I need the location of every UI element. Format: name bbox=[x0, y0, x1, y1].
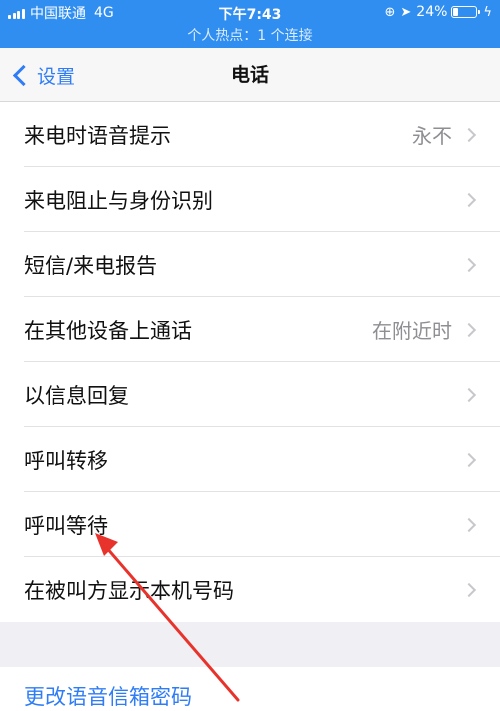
location-arrow-icon: ➤ bbox=[400, 4, 412, 20]
setting-right bbox=[461, 582, 477, 597]
setting-label: 以信息回复 bbox=[24, 383, 129, 408]
setting-calls-on-other-devices[interactable]: 在其他设备上通话 在附近时 bbox=[0, 297, 500, 362]
navigation-bar: 电话 设置 bbox=[0, 48, 500, 102]
setting-label: 来电时语音提示 bbox=[24, 123, 171, 148]
chevron-left-icon bbox=[12, 64, 35, 86]
chevron-right-icon bbox=[461, 257, 477, 272]
chevron-right-icon bbox=[461, 517, 477, 532]
back-button[interactable]: 设置 bbox=[10, 48, 75, 102]
setting-right bbox=[461, 452, 477, 467]
setting-label: 在其他设备上通话 bbox=[24, 318, 192, 343]
setting-call-waiting[interactable]: 呼叫等待 bbox=[0, 492, 500, 557]
status-bar: 中国联通 4G 下午7:43 ⊕ ➤ 24% ϟ 个人热点：1 个连接 bbox=[0, 0, 500, 48]
setting-value: 永不 bbox=[412, 124, 452, 148]
setting-value: 在附近时 bbox=[372, 319, 452, 343]
chevron-right-icon bbox=[461, 582, 477, 597]
voicemail-group: 更改语音信箱密码 bbox=[0, 667, 500, 711]
back-button-label: 设置 bbox=[37, 65, 76, 88]
chevron-right-icon bbox=[461, 192, 477, 207]
status-row: 中国联通 4G 下午7:43 ⊕ ➤ 24% ϟ bbox=[0, 0, 500, 26]
setting-call-blocking[interactable]: 来电阻止与身份识别 bbox=[0, 167, 500, 232]
setting-respond-with-text[interactable]: 以信息回复 bbox=[0, 362, 500, 427]
setting-label: 呼叫转移 bbox=[24, 448, 108, 473]
rotation-lock-icon: ⊕ bbox=[384, 4, 396, 20]
setting-right bbox=[461, 387, 477, 402]
setting-right bbox=[461, 257, 477, 272]
setting-right: 永不 bbox=[412, 120, 477, 149]
phone-settings-screen: 中国联通 4G 下午7:43 ⊕ ➤ 24% ϟ 个人热点：1 个连接 电话 设… bbox=[0, 0, 500, 711]
setting-right bbox=[461, 192, 477, 207]
setting-call-forwarding[interactable]: 呼叫转移 bbox=[0, 427, 500, 492]
setting-label: 短信/来电报告 bbox=[24, 253, 158, 278]
setting-label: 来电阻止与身份识别 bbox=[24, 188, 213, 213]
hotspot-banner[interactable]: 个人热点：1 个连接 bbox=[0, 25, 500, 45]
setting-right bbox=[461, 517, 477, 532]
settings-list: 来电时语音提示 永不 来电阻止与身份识别 短信/来电报告 在其他设备上通话 在附… bbox=[0, 102, 500, 622]
status-right: ⊕ ➤ 24% ϟ bbox=[384, 4, 492, 20]
battery-fill bbox=[453, 8, 459, 16]
battery-percent: 24% bbox=[416, 4, 448, 20]
setting-show-caller-id[interactable]: 在被叫方显示本机号码 bbox=[0, 557, 500, 622]
change-voicemail-password-link[interactable]: 更改语音信箱密码 bbox=[24, 681, 192, 711]
charging-bolt-icon: ϟ bbox=[483, 4, 492, 20]
chevron-right-icon bbox=[461, 322, 477, 337]
section-gap bbox=[0, 623, 500, 667]
setting-right: 在附近时 bbox=[372, 315, 477, 344]
setting-announce-calls[interactable]: 来电时语音提示 永不 bbox=[0, 102, 500, 167]
chevron-right-icon bbox=[461, 127, 477, 142]
setting-label: 呼叫等待 bbox=[24, 513, 108, 538]
chevron-right-icon bbox=[461, 452, 477, 467]
setting-label: 在被叫方显示本机号码 bbox=[24, 578, 234, 603]
battery-icon bbox=[451, 6, 481, 18]
setting-sms-call-reporting[interactable]: 短信/来电报告 bbox=[0, 232, 500, 297]
chevron-right-icon bbox=[461, 387, 477, 402]
